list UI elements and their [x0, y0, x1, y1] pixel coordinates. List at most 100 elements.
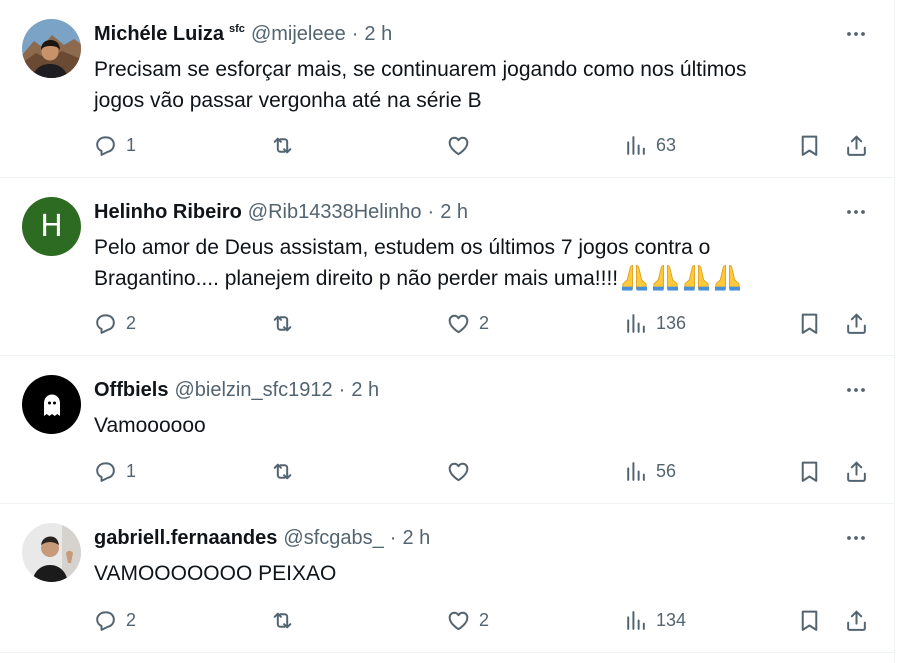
- tweet-header: Offbiels @bielzin_sfc1912 · 2 h: [94, 376, 878, 404]
- folded-hands-emoji: [651, 263, 680, 291]
- reply-icon: [93, 133, 118, 158]
- timestamp[interactable]: 2 h: [402, 527, 430, 550]
- tweet-text-line: Vamoooooo: [94, 414, 206, 437]
- timestamp[interactable]: 2 h: [440, 201, 468, 224]
- author-handle[interactable]: @Rib14338Helinho: [248, 201, 422, 224]
- retweet-button[interactable]: [270, 128, 303, 162]
- action-bar: 2 2 134: [90, 603, 880, 637]
- author-name[interactable]: Offbiels: [94, 379, 168, 402]
- tweet-text-line-with-emoji: Bragantino.... planejem direito p não pe…: [94, 263, 742, 294]
- tweet-text: Precisam se esforçar mais, se continuare…: [94, 54, 746, 116]
- separator-dot: ·: [351, 22, 359, 45]
- more-button[interactable]: [844, 198, 868, 226]
- author-name[interactable]: Michéle Luiza: [94, 23, 224, 46]
- reply-count: 2: [126, 312, 137, 333]
- views-count: 134: [656, 609, 687, 630]
- share-button[interactable]: [844, 306, 869, 340]
- reply-count: 2: [126, 609, 137, 630]
- reply-button[interactable]: 2: [93, 603, 136, 637]
- retweet-icon: [270, 311, 295, 336]
- retweet-button[interactable]: [270, 306, 303, 340]
- tweet[interactable]: gabriell.fernaandes @sfcgabs_ · 2 h VAMO…: [0, 504, 894, 653]
- tweet-text-line: Bragantino.... planejem direito p não pe…: [94, 267, 619, 290]
- tweet-text: Vamoooooo: [94, 410, 206, 441]
- reply-icon: [93, 459, 118, 484]
- share-icon: [844, 133, 869, 158]
- reply-button[interactable]: 1: [93, 128, 136, 162]
- folded-hands-emoji: [713, 263, 742, 291]
- bookmark-icon: [797, 133, 822, 158]
- tweet-text-line: Pelo amor de Deus assistam, estudem os ú…: [94, 236, 711, 259]
- tweet-text: Pelo amor de Deus assistam, estudem os ú…: [94, 232, 742, 294]
- author-badge: sfc: [229, 23, 245, 35]
- reply-count: 1: [126, 134, 137, 155]
- more-icon: [844, 200, 868, 224]
- views-button[interactable]: 63: [623, 128, 676, 162]
- share-button[interactable]: [844, 454, 869, 488]
- views-count: 56: [656, 460, 677, 481]
- reply-button[interactable]: 2: [93, 306, 136, 340]
- folded-hands-emoji: [620, 263, 649, 291]
- tweet[interactable]: Michéle Luiza sfc @mijeleee · 2 h Precis…: [0, 0, 894, 178]
- tweet-header: Helinho Ribeiro @Rib14338Helinho · 2 h: [94, 198, 878, 226]
- like-button[interactable]: [446, 128, 479, 162]
- like-button[interactable]: 2: [446, 603, 489, 637]
- share-button[interactable]: [844, 603, 869, 637]
- author-handle[interactable]: @sfcgabs_: [283, 527, 383, 550]
- avatar[interactable]: H: [22, 197, 81, 256]
- timestamp[interactable]: 2 h: [364, 23, 392, 46]
- author-name[interactable]: gabriell.fernaandes: [94, 527, 277, 550]
- tweet-header: gabriell.fernaandes @sfcgabs_ · 2 h: [94, 524, 878, 552]
- views-button[interactable]: 134: [623, 603, 686, 637]
- retweet-button[interactable]: [270, 603, 303, 637]
- like-icon: [446, 133, 471, 158]
- views-button[interactable]: 136: [623, 306, 686, 340]
- action-bar: 1 63: [90, 128, 880, 162]
- bookmark-icon: [797, 311, 822, 336]
- share-icon: [844, 608, 869, 633]
- timestamp[interactable]: 2 h: [351, 379, 379, 402]
- views-icon: [623, 459, 648, 484]
- avatar[interactable]: [22, 375, 81, 434]
- share-icon: [844, 459, 869, 484]
- like-count: 2: [479, 609, 490, 630]
- more-button[interactable]: [844, 376, 868, 404]
- like-button[interactable]: 2: [446, 306, 489, 340]
- more-icon: [844, 22, 868, 46]
- timeline-right-border: [894, 0, 895, 663]
- bookmark-icon: [797, 459, 822, 484]
- tweet[interactable]: H Helinho Ribeiro @Rib14338Helinho · 2 h…: [0, 178, 894, 356]
- reply-count: 1: [126, 460, 137, 481]
- ghost-icon: [43, 394, 60, 416]
- bookmark-button[interactable]: [797, 128, 822, 162]
- author-handle[interactable]: @bielzin_sfc1912: [174, 379, 332, 402]
- avatar[interactable]: [22, 19, 81, 78]
- views-icon: [623, 133, 648, 158]
- views-icon: [623, 311, 648, 336]
- more-button[interactable]: [844, 20, 868, 48]
- reply-icon: [93, 311, 118, 336]
- author-name[interactable]: Helinho Ribeiro: [94, 201, 242, 224]
- tweet[interactable]: Offbiels @bielzin_sfc1912 · 2 h Vamooooo…: [0, 356, 894, 504]
- bookmark-button[interactable]: [797, 306, 822, 340]
- like-icon: [446, 459, 471, 484]
- tweet-text-line: Precisam se esforçar mais, se continuare…: [94, 58, 747, 81]
- bookmark-button[interactable]: [797, 454, 822, 488]
- retweet-icon: [270, 133, 295, 158]
- views-icon: [623, 608, 648, 633]
- views-button[interactable]: 56: [623, 454, 676, 488]
- like-button[interactable]: [446, 454, 479, 488]
- retweet-button[interactable]: [270, 454, 303, 488]
- share-button[interactable]: [844, 128, 869, 162]
- retweet-icon: [270, 608, 295, 633]
- like-count: 2: [479, 312, 490, 333]
- avatar[interactable]: [22, 523, 81, 582]
- author-handle[interactable]: @mijeleee: [251, 23, 346, 46]
- reply-icon: [93, 608, 118, 633]
- reply-button[interactable]: 1: [93, 454, 136, 488]
- bookmark-button[interactable]: [797, 603, 822, 637]
- more-button[interactable]: [844, 524, 868, 552]
- tweet-text: VAMOOOOOOO PEIXAO: [94, 558, 336, 589]
- like-icon: [446, 608, 471, 633]
- like-icon: [446, 311, 471, 336]
